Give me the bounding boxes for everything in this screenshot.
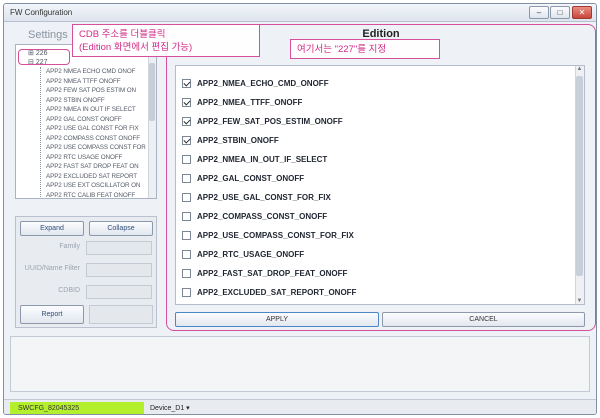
config-file-label: SWCFG_82045325 xyxy=(10,402,144,414)
option-label: APP2_COMPASS_CONST_ONOFF xyxy=(197,211,328,221)
maximize-icon[interactable]: □ xyxy=(550,6,570,19)
cdbid-label: CDBID xyxy=(58,287,80,294)
uuid-filter-label: UUID/Name Filter xyxy=(24,265,80,272)
cdb-callout-line2: (Edition 화면에서 편집 가능) xyxy=(79,42,193,53)
option-label: APP2_USE_COMPASS_CONST_FOR_FIX xyxy=(197,230,354,240)
cancel-button[interactable]: CANCEL xyxy=(382,312,585,327)
option-item[interactable]: APP2_RTC_USAGE_ONOFF xyxy=(182,247,304,261)
tree-item[interactable]: APP2 GAL CONST ONOFF xyxy=(46,116,122,123)
option-checkbox[interactable] xyxy=(182,135,191,145)
tree-item[interactable]: APP2 EXCLUDED SAT REPORT xyxy=(46,173,137,180)
tree-item[interactable]: APP2 NMEA ECHO CMD ONOF xyxy=(46,68,135,75)
close-icon[interactable]: ✕ xyxy=(572,6,592,19)
edition-panel: Edition APP2_NMEA_ECHO_CMD_ONOFF APP2_NM… xyxy=(166,24,596,331)
option-checkbox[interactable] xyxy=(182,211,191,221)
status-bar: SWCFG_82045325 Device_D1 ▾ xyxy=(4,399,596,414)
option-item[interactable]: APP2_STBIN_ONOFF xyxy=(182,133,279,147)
cdb-tree[interactable]: ⊞ 226 ⊟ 227 APP2 NMEA ECHO CMD ONOF APP2… xyxy=(15,44,157,199)
tree-item[interactable]: APP2 NMEA IN OUT IF SELECT xyxy=(46,106,136,113)
expand-button[interactable]: Expand xyxy=(20,221,84,236)
family-select[interactable] xyxy=(86,241,152,255)
tree-item[interactable]: APP2 COMPASS CONST ONOFF xyxy=(46,135,140,142)
edition-callout: 여기서는 "227"를 지정 xyxy=(290,39,440,59)
tree-item[interactable]: APP2 FEW SAT POS ESTIM ON xyxy=(46,87,136,94)
option-checkbox[interactable] xyxy=(182,173,191,183)
option-label: APP2_FAST_SAT_DROP_FEAT_ONOFF xyxy=(197,268,348,278)
option-label: APP2_NMEA_IN_OUT_IF_SELECT xyxy=(197,154,328,164)
report-button[interactable]: Report xyxy=(20,305,84,324)
edition-option-list[interactable]: APP2_NMEA_ECHO_CMD_ONOFF APP2_NMEA_TTFF_… xyxy=(175,65,585,305)
option-item[interactable]: APP2_USE_GAL_CONST_FOR_FIX xyxy=(182,190,331,204)
scroll-up-icon[interactable]: ▲ xyxy=(576,66,583,72)
tree-scroll-thumb[interactable] xyxy=(149,63,155,121)
option-checkbox[interactable] xyxy=(182,97,191,107)
option-label: APP2_FEW_SAT_POS_ESTIM_ONOFF xyxy=(197,116,343,126)
option-item[interactable]: APP2_NMEA_TTFF_ONOFF xyxy=(182,95,302,109)
tree-item[interactable]: APP2 RTC USAGE ONOFF xyxy=(46,154,122,161)
device-select[interactable]: Device_D1 ▾ xyxy=(150,402,190,414)
tree-item[interactable]: APP2 USE EXT OSCILLATOR ON xyxy=(46,182,140,189)
edition-scrollbar[interactable]: ▲ ▼ xyxy=(575,66,584,304)
scroll-down-icon[interactable]: ▼ xyxy=(576,298,583,304)
tree-item[interactable]: APP2 RTC CALIB FEAT ONOFF xyxy=(46,192,135,199)
cdb-callout: CDB 주소를 더블클릭 (Edition 화면에서 편집 가능) xyxy=(72,24,260,57)
option-item[interactable]: APP2_USE_COMPASS_CONST_FOR_FIX xyxy=(182,228,354,242)
tree-item[interactable]: APP2 USE GAL CONST FOR FIX xyxy=(46,125,139,132)
option-checkbox[interactable] xyxy=(182,230,191,240)
option-item[interactable]: APP2_EXCLUDED_SAT_REPORT_ONOFF xyxy=(182,285,356,299)
option-checkbox[interactable] xyxy=(182,287,191,297)
option-label: APP2_USE_GAL_CONST_FOR_FIX xyxy=(197,192,331,202)
option-label: APP2_NMEA_TTFF_ONOFF xyxy=(197,97,303,107)
log-output xyxy=(10,336,590,392)
edition-scroll-thumb[interactable] xyxy=(576,76,583,276)
option-checkbox[interactable] xyxy=(182,116,191,126)
tree-item[interactable]: APP2 STBIN ONOFF xyxy=(46,97,105,104)
option-item[interactable]: APP2_FEW_SAT_POS_ESTIM_ONOFF xyxy=(182,114,343,128)
uuid-filter-input[interactable] xyxy=(86,263,152,277)
tree-item[interactable]: APP2 USE COMPASS CONST FOR xyxy=(46,144,146,151)
option-checkbox[interactable] xyxy=(182,154,191,164)
highlight-ring-227 xyxy=(18,49,70,65)
option-label: APP2_GAL_CONST_ONOFF xyxy=(197,173,305,183)
option-label: APP2_EXCLUDED_SAT_REPORT_ONOFF xyxy=(197,287,357,297)
option-item[interactable]: APP2_NMEA_ECHO_CMD_ONOFF xyxy=(182,76,329,90)
fw-configuration-window: FW Configuration – □ ✕ Settings ⊞ 226 ⊟ … xyxy=(3,3,597,415)
option-checkbox[interactable] xyxy=(182,78,191,88)
cdbid-input[interactable] xyxy=(86,285,152,299)
collapse-button[interactable]: Collapse xyxy=(89,221,153,236)
tree-scrollbar[interactable] xyxy=(148,45,156,198)
option-label: APP2_NMEA_ECHO_CMD_ONOFF xyxy=(197,78,329,88)
settings-label: Settings xyxy=(28,29,68,41)
title-bar: FW Configuration – □ ✕ xyxy=(4,4,596,22)
option-label: APP2_RTC_USAGE_ONOFF xyxy=(197,249,305,259)
option-item[interactable]: APP2_COMPASS_CONST_ONOFF xyxy=(182,209,327,223)
window-title: FW Configuration xyxy=(10,8,73,17)
tree-item[interactable]: APP2 FAST SAT DROP FEAT ON xyxy=(46,163,139,170)
tree-item[interactable]: APP2 NMEA TTFF ONOFF xyxy=(46,78,121,85)
option-item[interactable]: APP2_FAST_SAT_DROP_FEAT_ONOFF xyxy=(182,266,347,280)
apply-button[interactable]: APPLY xyxy=(175,312,379,327)
family-label: Family xyxy=(59,243,80,250)
option-checkbox[interactable] xyxy=(182,249,191,259)
option-checkbox[interactable] xyxy=(182,192,191,202)
option-checkbox[interactable] xyxy=(182,268,191,278)
option-label: APP2_STBIN_ONOFF xyxy=(197,135,279,145)
option-item[interactable]: APP2_NMEA_IN_OUT_IF_SELECT xyxy=(182,152,327,166)
report-output xyxy=(89,305,153,324)
tree-line xyxy=(40,67,41,198)
option-item[interactable]: APP2_GAL_CONST_ONOFF xyxy=(182,171,304,185)
filter-panel: Expand Collapse Family UUID/Name Filter … xyxy=(15,216,157,328)
minimize-icon[interactable]: – xyxy=(529,6,549,19)
cdb-callout-line1: CDB 주소를 더블클릭 xyxy=(79,29,166,40)
